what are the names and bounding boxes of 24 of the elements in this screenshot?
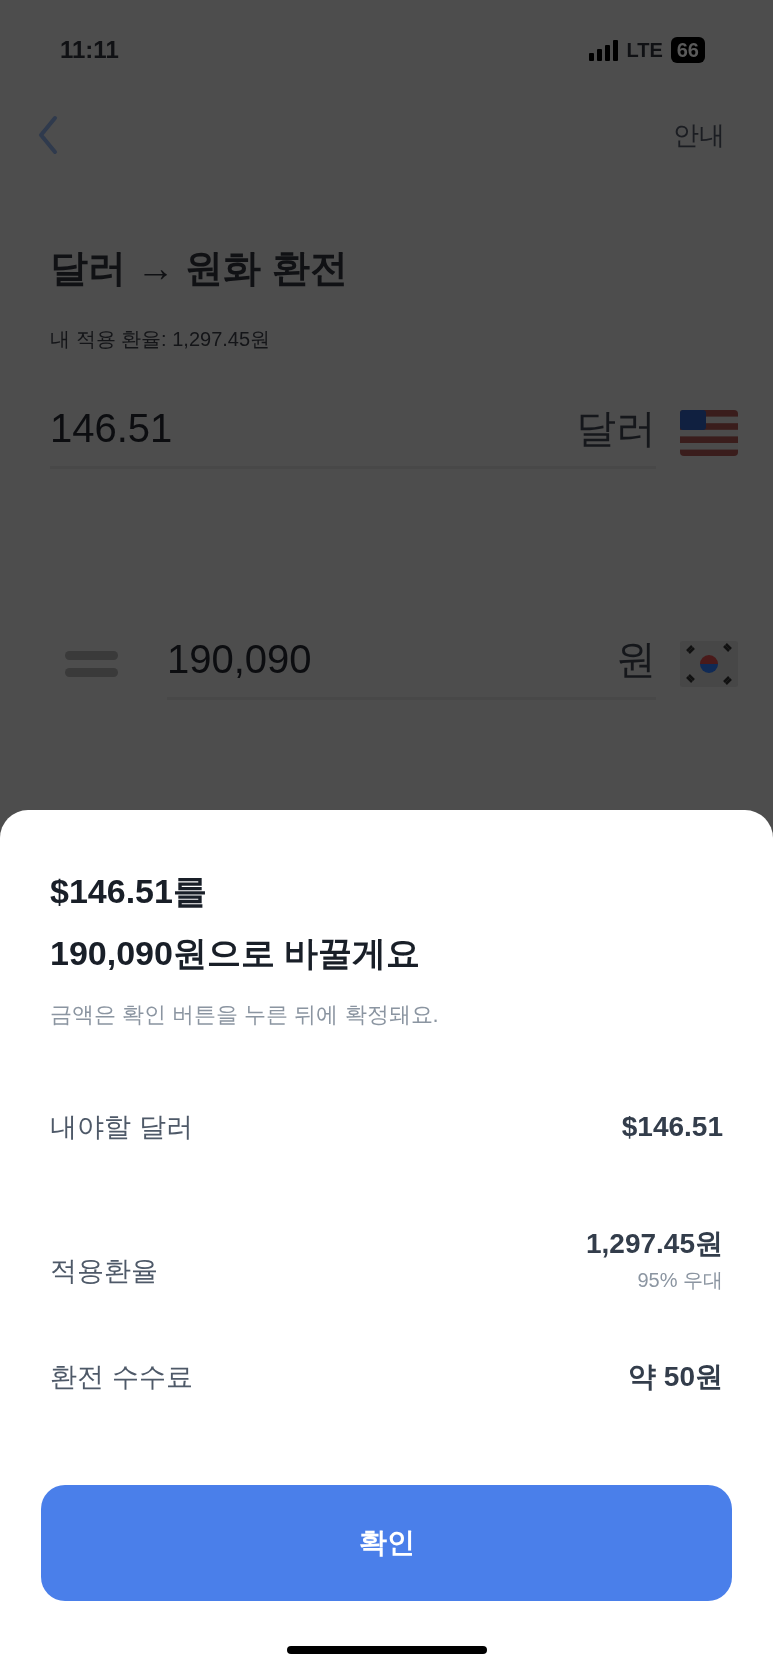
korea-flag-icon <box>680 641 738 688</box>
page-title: 달러 → 원화 환전 <box>50 246 349 291</box>
currency-unit: 원 <box>616 635 656 683</box>
battery-level: 66 <box>670 37 705 63</box>
row-value: 약 50원 <box>628 1360 723 1394</box>
confirm-button[interactable]: 확인 <box>41 1485 732 1601</box>
network-type: LTE <box>626 38 663 63</box>
row-label: 내야할 달러 <box>50 1110 193 1144</box>
signal-icon <box>589 39 619 61</box>
row-value: $146.51 <box>621 1110 723 1144</box>
status-time: 11:11 <box>60 35 119 65</box>
row-value: 1,297.45원 <box>586 1227 723 1261</box>
back-icon <box>36 115 60 155</box>
currency-unit: 달러 <box>576 404 656 452</box>
row-subtext: 95% 우대 <box>636 1268 723 1293</box>
amount-input[interactable]: 190,090 <box>167 628 467 689</box>
row-label: 환전 수수료 <box>50 1360 193 1394</box>
back-button[interactable] <box>36 115 60 155</box>
row-label: 적용환율 <box>50 1255 158 1288</box>
rate-note: 내 적용 환율: 1,297.45원 <box>50 326 272 352</box>
sheet-heading: $146.51를 190,090원으로 바꿀게요 <box>50 871 422 974</box>
amount-input[interactable]: 146.51 <box>50 397 350 458</box>
sheet-note: 금액은 확인 버튼을 누른 뒤에 확정돼요. <box>50 1001 440 1029</box>
us-flag-icon <box>680 410 738 457</box>
